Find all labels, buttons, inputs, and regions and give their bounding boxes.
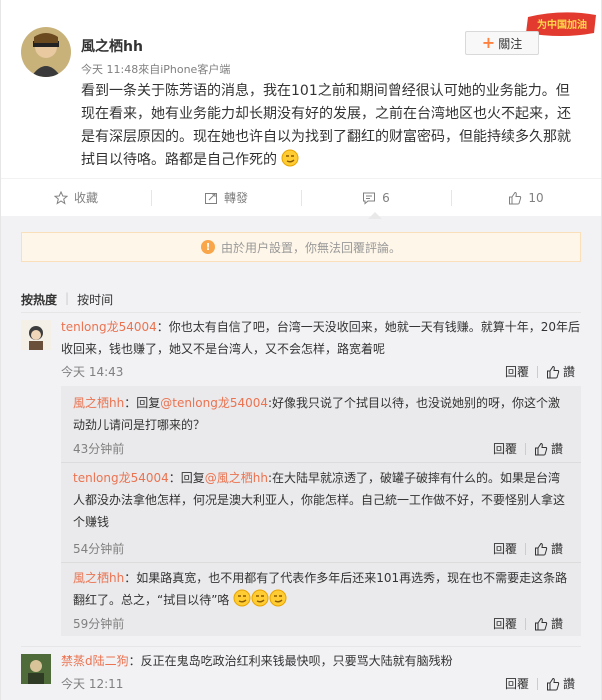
post-action-bar: 收藏 轉發 6 10 xyxy=(1,178,601,216)
reply-text: ：如果路真宽，也不用都有了代表作多年后还来101再选秀，现在也不需要走这条路翻红… xyxy=(73,571,568,607)
reply-link[interactable]: 回覆 xyxy=(505,363,529,380)
reply-actions: 回覆 讚 xyxy=(493,540,563,557)
smirk-emoji-icon xyxy=(269,589,287,607)
commenter-avatar[interactable] xyxy=(21,320,51,350)
reply-body: tenlong龙54004：回复@風之栖hh:在大陆早就凉透了，破罐子破摔有什么… xyxy=(73,467,569,533)
divider xyxy=(537,365,539,378)
follow-label: 關注 xyxy=(498,36,523,51)
reply-body: 風之栖hh：如果路真宽，也不用都有了代表作多年后还来101再选秀，现在也不需要走… xyxy=(73,567,569,611)
reply-link[interactable]: 回覆 xyxy=(505,675,529,692)
warning-icon: ! xyxy=(200,240,215,254)
divider xyxy=(525,542,527,555)
comment-body: tenlong龙54004：你也太有自信了吧，台湾一天没收回来，她就一天有钱赚。… xyxy=(61,316,581,360)
reply-link[interactable]: 回覆 xyxy=(493,540,517,557)
comment-username[interactable]: 禁蒸d陆二狗 xyxy=(61,654,129,668)
like-button[interactable]: 10 xyxy=(451,179,601,216)
thumbs-up-icon xyxy=(509,191,522,204)
divider xyxy=(525,442,527,455)
repost-button[interactable]: 轉發 xyxy=(151,179,301,216)
reply-time: 54分钟前 xyxy=(73,542,125,556)
comment-username[interactable]: tenlong龙54004 xyxy=(61,320,157,334)
comment-button[interactable]: 6 xyxy=(301,179,451,216)
reply-link[interactable]: 回覆 xyxy=(493,440,517,457)
thumbs-up-icon[interactable] xyxy=(546,365,560,379)
reply-prefix: ：回复 xyxy=(168,471,205,485)
reply-username[interactable]: 風之栖hh xyxy=(73,571,124,585)
like-label[interactable]: 讚 xyxy=(551,540,563,557)
sort-by-hot-tab[interactable]: 按热度 xyxy=(21,291,57,308)
follow-button[interactable]: + 關注 xyxy=(465,31,539,55)
reply-username[interactable]: 風之栖hh xyxy=(73,396,124,410)
divider xyxy=(61,562,581,563)
reply-body: 風之栖hh：回复@tenlong龙54004:好像我只说了个拭目以待，也没说她别… xyxy=(73,392,569,436)
sort-by-time-tab[interactable]: 按时间 xyxy=(77,291,113,308)
thumbs-up-icon[interactable] xyxy=(534,442,548,456)
thumbs-up-icon[interactable] xyxy=(546,677,560,691)
post-text: 看到一条关于陈芳语的消息，我在101之前和期间曾经很认可她的业务能力。但现在看来… xyxy=(81,83,571,168)
weibo-post-page: 風之栖hh 今天 11:48來自iPhone客户端 为中国加油 + 關注 看到一… xyxy=(0,0,602,700)
comment-icon xyxy=(363,192,376,205)
badge-text: 为中国加油 xyxy=(537,18,587,31)
plus-icon: + xyxy=(481,33,496,52)
reply-prefix: ：回复 xyxy=(124,396,161,410)
reply-link[interactable]: 回覆 xyxy=(493,615,517,632)
commenter-avatar[interactable] xyxy=(21,654,51,684)
collect-button[interactable]: 收藏 xyxy=(1,179,151,216)
divider xyxy=(537,677,539,690)
notice-text: 由於用户設置，你無法回覆評論。 xyxy=(220,240,401,255)
comment-actions: 回覆 讚 xyxy=(505,363,575,380)
like-label[interactable]: 讚 xyxy=(551,440,563,457)
reply-time: 43分钟前 xyxy=(73,442,125,456)
author-avatar[interactable] xyxy=(21,27,71,77)
divider xyxy=(525,617,527,630)
thumbs-up-icon[interactable] xyxy=(534,542,548,556)
smirk-emoji-icon xyxy=(233,589,251,607)
star-icon xyxy=(53,190,68,205)
comment-body: 禁蒸d陆二狗：反正在鬼岛吃政治红利来钱最快呗，只要骂大陆就有脑残粉 xyxy=(61,650,581,672)
smirk-emoji-icon xyxy=(251,589,269,607)
comment-time: 今天 14:43 xyxy=(61,365,124,379)
divider xyxy=(61,462,581,463)
post-meta: 今天 11:48來自iPhone客户端 xyxy=(81,63,231,76)
like-label[interactable]: 讚 xyxy=(563,363,575,380)
smirk-emoji-icon xyxy=(281,149,299,167)
reply-actions: 回覆 讚 xyxy=(493,440,563,457)
repost-label: 轉發 xyxy=(223,191,248,205)
sort-divider: | xyxy=(65,291,70,305)
divider xyxy=(21,312,581,313)
comment-sort-tabs: 按热度 | 按时间 xyxy=(21,291,113,308)
reply-disabled-notice: ! 由於用户設置，你無法回覆評論。 xyxy=(21,232,581,262)
comment-pointer xyxy=(368,212,382,219)
reply-mention[interactable]: @風之栖hh xyxy=(205,471,268,485)
post-body: 看到一条关于陈芳语的消息，我在101之前和期间曾经很认可她的业务能力。但现在看来… xyxy=(81,80,581,172)
comment-text: ：反正在鬼岛吃政治红利来钱最快呗，只要骂大陆就有脑残粉 xyxy=(128,654,453,668)
collect-label: 收藏 xyxy=(73,191,98,205)
reply-actions: 回覆 讚 xyxy=(493,615,563,632)
author-name[interactable]: 風之栖hh xyxy=(81,36,143,56)
comment-time: 今天 12:11 xyxy=(61,677,124,691)
thumbs-up-icon[interactable] xyxy=(534,617,548,631)
divider xyxy=(21,646,581,647)
repost-icon xyxy=(204,192,217,204)
reply-username[interactable]: tenlong龙54004 xyxy=(73,471,169,485)
like-count: 10 xyxy=(528,190,544,205)
comment-count: 6 xyxy=(382,190,390,205)
comment-actions: 回覆 讚 xyxy=(505,675,575,692)
like-label[interactable]: 讚 xyxy=(551,615,563,632)
like-label[interactable]: 讚 xyxy=(563,675,575,692)
reply-mention[interactable]: @tenlong龙54004 xyxy=(160,396,268,410)
reply-time: 59分钟前 xyxy=(73,617,125,631)
